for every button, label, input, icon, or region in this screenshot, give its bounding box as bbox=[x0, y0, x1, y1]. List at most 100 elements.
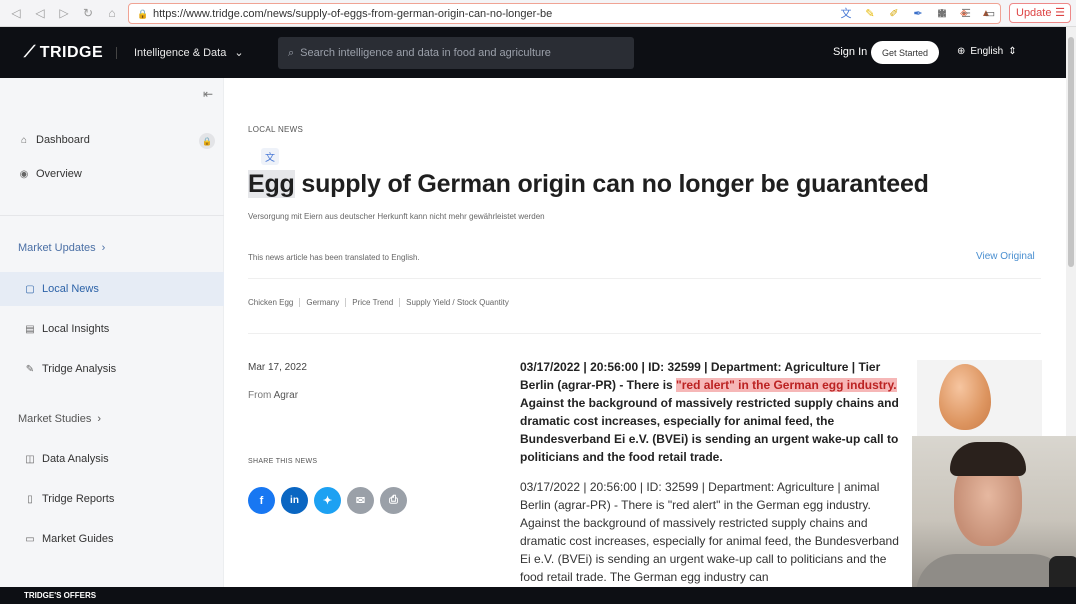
scroll-thumb[interactable] bbox=[1068, 37, 1074, 267]
sidebar-item-label: Tridge Reports bbox=[42, 493, 115, 505]
logo-text: TRIDGE bbox=[39, 44, 104, 61]
sidebar-item-data-analysis[interactable]: ◫ Data Analysis bbox=[24, 453, 108, 465]
menu-icon[interactable]: ☰ bbox=[1055, 6, 1065, 19]
sidebar-item-tridge-reports[interactable]: ▯ Tridge Reports bbox=[24, 493, 114, 505]
site-header: ⟋ TRIDGE Intelligence & Data ⌄ ⌕ Search … bbox=[0, 27, 1066, 78]
email-icon[interactable]: ✉ bbox=[347, 487, 374, 514]
source-label: From bbox=[248, 390, 272, 401]
sidebar-toggle-icon[interactable]: ◁ bbox=[4, 1, 28, 25]
reload-icon[interactable]: ↻ bbox=[76, 1, 100, 25]
book-icon: ◫ bbox=[25, 453, 35, 465]
publish-date: Mar 17, 2022 bbox=[248, 362, 307, 373]
ticker-label: TRIDGE'S OFFERS bbox=[24, 591, 97, 600]
search-input[interactable]: ⌕ Search intelligence and data in food a… bbox=[278, 37, 634, 69]
language-label: English bbox=[970, 46, 1004, 57]
sidebar-item-dashboard[interactable]: ⌂ Dashboard bbox=[18, 134, 90, 146]
sign-in-link[interactable]: Sign In bbox=[833, 46, 867, 58]
tag-list: Chicken Egg Germany Price Trend Supply Y… bbox=[248, 298, 521, 307]
intelligence-menu[interactable]: Intelligence & Data ⌄ bbox=[134, 46, 244, 60]
tag-supply-yield[interactable]: Supply Yield / Stock Quantity bbox=[406, 298, 515, 307]
header-divider bbox=[116, 47, 117, 59]
tag-germany[interactable]: Germany bbox=[306, 298, 347, 307]
facebook-icon[interactable]: f bbox=[248, 487, 275, 514]
wallet-icon[interactable]: ▭ bbox=[982, 5, 998, 21]
home-icon[interactable]: ⌂ bbox=[100, 1, 124, 25]
document-icon: ▢ bbox=[25, 283, 35, 295]
title-rest: supply of German origin can no longer be… bbox=[294, 170, 929, 198]
linkedin-icon[interactable]: in bbox=[281, 487, 308, 514]
source-name[interactable]: Agrar bbox=[274, 390, 298, 401]
puzzle-extension-icon[interactable]: ✱ bbox=[934, 5, 950, 21]
highlighter-extension-icon[interactable]: ✎ bbox=[862, 5, 878, 21]
intelligence-menu-label: Intelligence & Data bbox=[134, 46, 227, 59]
lead-text-rest: Against the background of massively rest… bbox=[520, 396, 899, 464]
divider bbox=[248, 333, 1041, 334]
webcam-overlay bbox=[912, 436, 1076, 604]
divider bbox=[248, 278, 1041, 279]
section-label: Market Updates bbox=[18, 242, 96, 254]
presenter-hair bbox=[950, 442, 1026, 476]
globe-icon: ⊕ bbox=[957, 46, 966, 57]
source: From Agrar bbox=[248, 390, 298, 401]
share-buttons: f in ✦ ✉ ⎙ bbox=[248, 487, 407, 514]
sidebar-item-label: Overview bbox=[36, 168, 82, 180]
section-label: Market Studies bbox=[18, 413, 92, 425]
title-highlight: Egg bbox=[248, 170, 295, 198]
tridge-logo[interactable]: ⟋ TRIDGE bbox=[24, 44, 103, 62]
logo-mark-icon: ⟋ bbox=[24, 44, 36, 61]
get-started-button[interactable]: Get Started bbox=[871, 41, 939, 64]
print-icon[interactable]: ⎙ bbox=[380, 487, 407, 514]
extensions-bar: 文 ✎ ✐ ✒ ✱ ☰ ▭ bbox=[838, 5, 998, 21]
eye-icon: ◉ bbox=[19, 168, 29, 180]
sidebar-item-overview[interactable]: ◉ Overview bbox=[18, 168, 82, 180]
share-label: SHARE THIS NEWS bbox=[248, 458, 318, 465]
translation-note: This news article has been translated to… bbox=[248, 253, 420, 262]
sidebar-divider bbox=[0, 215, 224, 216]
guide-icon: ▭ bbox=[25, 533, 35, 545]
twitter-icon[interactable]: ✦ bbox=[314, 487, 341, 514]
language-selector[interactable]: ⊕ English ⇕ bbox=[957, 46, 1017, 57]
sidebar-section-market-studies[interactable]: Market Studies › bbox=[18, 413, 101, 425]
view-original-link[interactable]: View Original bbox=[976, 251, 1035, 262]
chevron-right-icon: › bbox=[101, 242, 106, 254]
reading-list-icon[interactable]: ☰ bbox=[958, 5, 974, 21]
chevron-right-icon: › bbox=[97, 413, 102, 425]
marker-extension-icon[interactable]: ✒ bbox=[910, 5, 926, 21]
sidebar-item-label: Local News bbox=[42, 283, 99, 295]
sidebar-item-market-guides[interactable]: ▭ Market Guides bbox=[24, 533, 113, 545]
article-paragraph: 03/17/2022 | 20:56:00 | ID: 32599 | Depa… bbox=[520, 480, 899, 584]
url-text[interactable]: https://www.tridge.com/news/supply-of-eg… bbox=[153, 8, 552, 20]
tag-price-trend[interactable]: Price Trend bbox=[352, 298, 401, 307]
translate-extension-icon[interactable]: 文 bbox=[838, 5, 854, 21]
sidebar-item-tridge-analysis[interactable]: ✎ Tridge Analysis bbox=[24, 363, 116, 375]
home-icon: ⌂ bbox=[20, 134, 28, 146]
sidebar-item-local-insights[interactable]: ▤ Local Insights bbox=[24, 323, 109, 335]
collapse-sidebar-icon[interactable]: ⇤ bbox=[203, 87, 213, 101]
original-title: Versorgung mit Eiern aus deutscher Herku… bbox=[248, 212, 545, 221]
page-title: Egg supply of German origin can no longe… bbox=[248, 170, 929, 199]
sidebar-item-label: Local Insights bbox=[42, 323, 110, 335]
report-icon: ▯ bbox=[27, 493, 33, 505]
article-category[interactable]: LOCAL NEWS bbox=[248, 125, 303, 134]
edit-icon: ✎ bbox=[25, 363, 35, 375]
chevron-down-icon: ⌄ bbox=[234, 47, 244, 59]
sidebar-item-local-news[interactable]: ▢ Local News bbox=[24, 283, 99, 295]
egg-image bbox=[939, 364, 991, 430]
sidebar-section-market-updates[interactable]: Market Updates › bbox=[18, 242, 105, 254]
back-icon[interactable]: ◁ bbox=[28, 1, 52, 25]
translate-icon[interactable]: 文 bbox=[261, 148, 279, 165]
sort-arrows-icon: ⇕ bbox=[1008, 46, 1017, 57]
document-icon: ▤ bbox=[25, 323, 35, 335]
update-button[interactable]: Update ☰ bbox=[1009, 3, 1071, 23]
sidebar-item-label: Tridge Analysis bbox=[42, 363, 117, 375]
search-placeholder: Search intelligence and data in food and… bbox=[300, 47, 551, 59]
search-icon: ⌕ bbox=[288, 46, 295, 59]
forward-icon[interactable]: ▷ bbox=[52, 1, 76, 25]
article-image[interactable] bbox=[917, 360, 1042, 440]
update-label: Update bbox=[1016, 7, 1052, 19]
tag-chicken-egg[interactable]: Chicken Egg bbox=[248, 298, 301, 307]
offers-ticker[interactable]: TRIDGE'S OFFERS bbox=[0, 587, 1076, 604]
pen-extension-icon[interactable]: ✐ bbox=[886, 5, 902, 21]
lock-icon: 🔒 bbox=[137, 8, 149, 19]
lock-icon: 🔒 bbox=[199, 133, 215, 149]
